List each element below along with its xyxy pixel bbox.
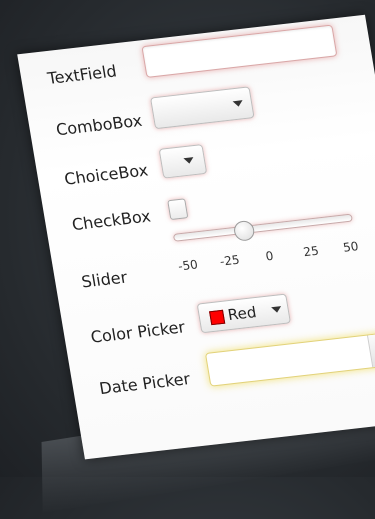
chevron-down-icon: [271, 306, 283, 314]
slider-tick-label: 50: [342, 239, 360, 255]
checkbox[interactable]: [167, 198, 189, 221]
slider-tick-label: 25: [302, 243, 320, 260]
chevron-down-icon: [183, 157, 195, 165]
slider-tick-label: -50: [177, 257, 199, 274]
calendar-button[interactable]: [367, 332, 375, 368]
chevron-down-icon: [232, 100, 244, 108]
color-swatch: [209, 309, 226, 326]
slider-tick-label: -25: [218, 252, 241, 269]
choicebox[interactable]: [158, 144, 208, 179]
color-picker-value: Red: [226, 303, 258, 325]
